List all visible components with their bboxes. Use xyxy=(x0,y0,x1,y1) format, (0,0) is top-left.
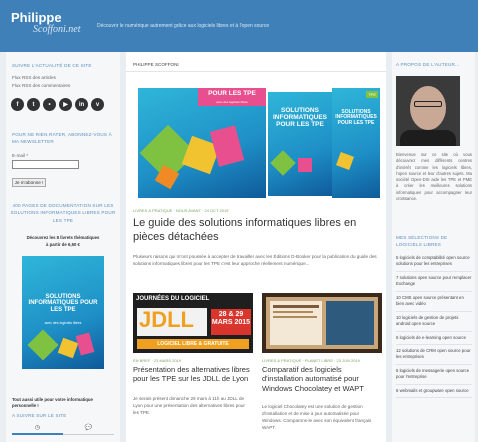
site-logo-name[interactable]: Philippe xyxy=(11,10,62,25)
book-cover-subtitle: avec des logiciels libres xyxy=(44,321,82,325)
card1-meta: EN BREF · 23 MARS 2019 xyxy=(133,358,182,363)
book-cover-image[interactable]: SOLUTIONS INFORMATIQUES POUR LES TPE ave… xyxy=(22,256,104,369)
email-label: E-mail * xyxy=(12,153,29,158)
subscribe-button[interactable]: Je m'abonne ! xyxy=(12,178,46,187)
featured-image[interactable]: POUR LES TPE avec des logiciels libres SO… xyxy=(130,75,380,202)
twitter-icon[interactable]: t xyxy=(27,98,40,111)
follow-site-title: A suivre sur le site xyxy=(12,413,67,418)
chat-icon: 💬 xyxy=(84,425,93,431)
featured-book-main: POUR LES TPE avec des logiciels libres xyxy=(138,88,266,198)
about-text: Bienvenue sur ce site où vous découvrez … xyxy=(396,152,472,202)
selection-widget-title: Mes sélections de logiciels libres xyxy=(396,235,448,248)
card2-meta: Livres & Pratique · Planet Libre · 23 JU… xyxy=(262,358,360,363)
linkedin-icon[interactable]: in xyxy=(75,98,88,111)
follow-widget-title: Suivre l'actualité de ce site xyxy=(12,63,92,68)
recent-tabs: ◷ 💬 xyxy=(12,421,114,435)
all-offer-text: Tout aussi utile pour votre informatique… xyxy=(12,397,93,409)
site-tagline: Découvrir le numérique autrement grâce a… xyxy=(97,23,270,29)
selection-link[interactable]: 5 logiciels de comptabilité open source … xyxy=(396,252,472,272)
newsletter-widget-title: Pour ne rien rater, abonnez-vous à ma ne… xyxy=(12,132,112,144)
selection-link[interactable]: 10 CMS open source présentant en bien av… xyxy=(396,292,472,312)
divider xyxy=(126,71,386,72)
jdll-image[interactable]: JOURNÉES DU LOGICIEL JDLL 28 & 29 MARS 2… xyxy=(133,293,253,353)
email-field[interactable] xyxy=(12,160,79,169)
jdll-date: 28 & 29 MARS 2015 xyxy=(211,309,251,335)
featured-book-third: TPE SOLUTIONS INFORMATIQUES POUR LES TPE xyxy=(332,88,380,198)
left-sidebar: Suivre l'actualité de ce site Flux RSS d… xyxy=(6,52,120,442)
selection-list: 5 logiciels de comptabilité open source … xyxy=(396,252,472,399)
docs-widget-title: 400 pages de documentation sur les solut… xyxy=(10,203,116,223)
tab-recent[interactable]: ◷ xyxy=(12,421,63,435)
about-widget-title: A propos de l'auteur... xyxy=(396,62,460,67)
book-cover-title: SOLUTIONS INFORMATIQUES POUR LES TPE xyxy=(28,294,98,313)
featured-book-title: SOLUTIONS INFORMATIQUES POUR LES TPE xyxy=(272,107,328,128)
featured-badge: TPE xyxy=(366,91,378,98)
card1-excerpt: Je serais présent dimanche 29 mars à 11h… xyxy=(133,396,245,415)
site-header: Philippe Scoffoni.net Découvrir le numér… xyxy=(0,0,478,52)
site-logo-domain[interactable]: Scoffoni.net xyxy=(33,24,81,35)
featured-excerpt: Plusieurs raisons qui m'ont poussée à ac… xyxy=(133,254,377,266)
selection-link[interactable]: 5 logiciels de e-learning open source xyxy=(396,332,472,345)
card2-title[interactable]: Comparatif des logiciels d'installation … xyxy=(262,365,382,393)
social-icons: f t • ▶ in v xyxy=(11,98,104,111)
chocolatey-image[interactable] xyxy=(262,293,382,353)
featured-title[interactable]: Le guide des solutions informatiques lib… xyxy=(133,217,381,245)
selection-link[interactable]: 7 solutions open source pour remplacer E… xyxy=(396,272,472,292)
jdll-logo: JDLL xyxy=(139,307,194,332)
viadeo-icon[interactable]: v xyxy=(91,98,104,111)
selection-link[interactable]: 6 webmails et groupware open source xyxy=(396,385,472,399)
right-sidebar: A propos de l'auteur... Bienvenue sur ce… xyxy=(392,52,475,442)
card1-title[interactable]: Présentation des alternatives libres pou… xyxy=(133,365,253,384)
selection-link[interactable]: 12 solutions de CRM open source pour les… xyxy=(396,345,472,365)
flickr-icon[interactable]: • xyxy=(43,98,56,111)
author-label: PHILIPPE SCOFFONI xyxy=(133,62,179,67)
clock-icon: ◷ xyxy=(34,424,41,431)
rss-articles-link[interactable]: Flux RSS des articles xyxy=(12,75,56,80)
featured-banner: POUR LES TPE avec des logiciels libres xyxy=(198,88,266,106)
facebook-icon[interactable]: f xyxy=(11,98,24,111)
featured-meta: Livres & Pratique · Nous Avant · 24 OCT … xyxy=(133,208,229,213)
selection-link[interactable]: 10 logiciels de gestion de projets andro… xyxy=(396,312,472,332)
author-photo xyxy=(396,76,460,146)
featured-book-second: SOLUTIONS INFORMATIQUES POUR LES TPE xyxy=(268,92,332,196)
tab-comments[interactable]: 💬 xyxy=(63,421,114,435)
card2-excerpt: Le logiciel Chocolatey est une solution … xyxy=(262,404,372,430)
main-content: PHILIPPE SCOFFONI POUR LES TPE avec des l… xyxy=(126,52,386,442)
rss-comments-link[interactable]: Flux RSS des commentaires xyxy=(12,83,70,88)
youtube-icon[interactable]: ▶ xyxy=(59,98,72,111)
promo-text: Découvrez les 8 livrets thématiques à pa… xyxy=(26,235,100,247)
selection-link[interactable]: 5 logiciels de messagerie open source po… xyxy=(396,365,472,385)
